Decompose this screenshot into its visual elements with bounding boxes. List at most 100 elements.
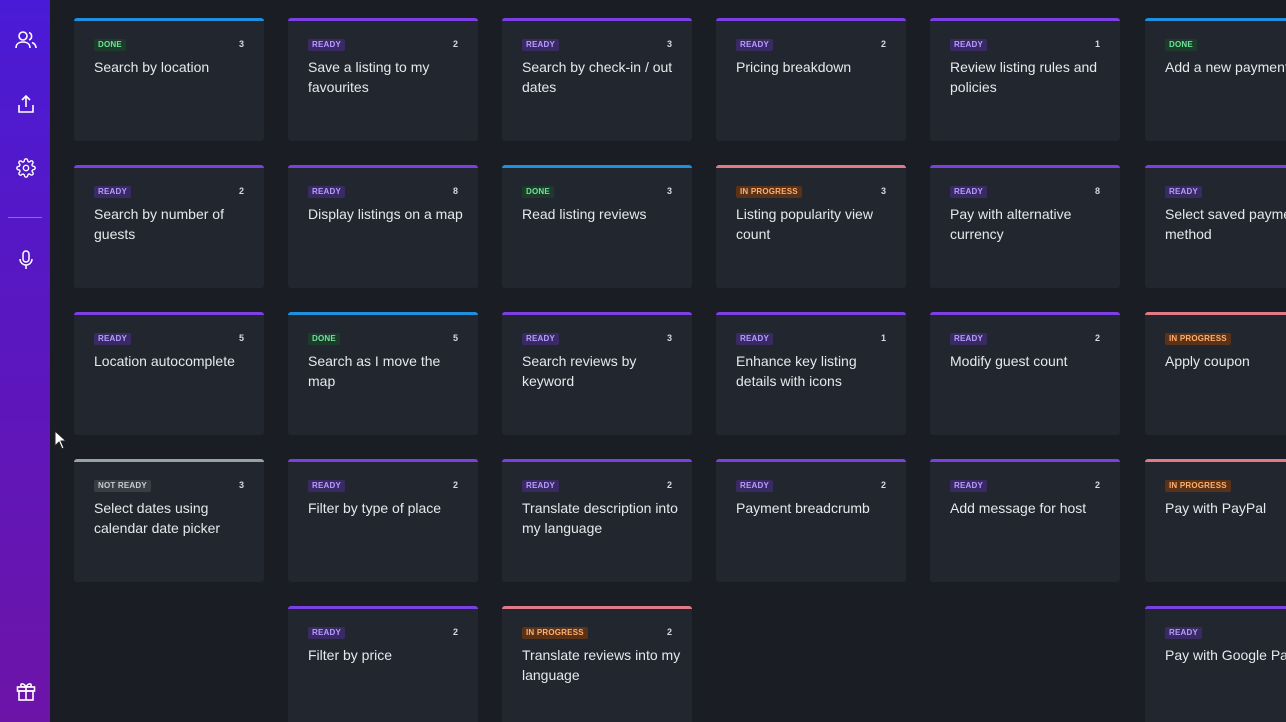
card-title: Add message for host — [950, 500, 1087, 516]
story-card[interactable]: DONE 5 Search as I move the map — [288, 312, 478, 435]
status-badge: READY — [522, 39, 560, 51]
story-points: 8 — [452, 186, 458, 196]
card-title: Save a listing to my favourites — [308, 59, 430, 95]
status-badge: READY — [308, 627, 346, 639]
gear-icon[interactable] — [13, 155, 39, 181]
story-card[interactable]: READY Pay with Google Pay — [1145, 606, 1286, 722]
status-badge: READY — [736, 333, 774, 345]
story-points: 5 — [452, 333, 458, 343]
story-board: DONE 3 Search by location READY 2 Search by n… — [50, 0, 1286, 722]
story-points: 3 — [666, 333, 672, 343]
mouse-cursor-icon — [54, 430, 68, 450]
card-title: Modify guest count — [950, 353, 1068, 369]
story-card[interactable]: READY 2 Filter by price — [288, 606, 478, 722]
card-title: Search by location — [94, 59, 210, 75]
status-badge: READY — [94, 333, 132, 345]
status-badge: READY — [950, 39, 988, 51]
card-title: Search as I move the map — [308, 353, 441, 389]
microphone-icon[interactable] — [13, 247, 39, 273]
story-points: 3 — [238, 480, 244, 490]
sidebar — [0, 0, 50, 722]
status-badge: IN PROGRESS — [1165, 480, 1231, 492]
story-points: 3 — [666, 39, 672, 49]
status-badge: READY — [522, 480, 560, 492]
status-badge: DONE — [308, 333, 340, 345]
story-card[interactable]: DONE 3 Search by location — [74, 18, 264, 141]
card-title: Translate reviews into my language — [522, 647, 681, 683]
story-points: 2 — [666, 627, 672, 637]
status-badge: READY — [308, 186, 346, 198]
story-card[interactable]: READY 1 Review listing rules and policies — [930, 18, 1120, 141]
status-badge: READY — [1165, 186, 1203, 198]
card-title: Location autocomplete — [94, 353, 235, 369]
status-badge: READY — [950, 333, 988, 345]
story-points: 2 — [452, 39, 458, 49]
status-badge: READY — [950, 186, 988, 198]
story-points: 3 — [238, 39, 244, 49]
card-title: Apply coupon — [1165, 353, 1250, 369]
story-card[interactable]: READY 2 Add message for host — [930, 459, 1120, 582]
share-icon[interactable] — [13, 91, 39, 117]
story-points: 2 — [1094, 333, 1100, 343]
status-badge: READY — [308, 480, 346, 492]
story-card[interactable]: IN PROGRESS 3 Listing popularity view coun… — [716, 165, 906, 288]
status-badge: IN PROGRESS — [736, 186, 802, 198]
card-title: Pay with alternative currency — [950, 206, 1072, 242]
status-badge: READY — [522, 333, 560, 345]
card-title: Payment breadcrumb — [736, 500, 870, 516]
story-card[interactable]: READY 8 Display listings on a map — [288, 165, 478, 288]
story-card[interactable]: READY Select saved paymer method — [1145, 165, 1286, 288]
story-points: 2 — [452, 480, 458, 490]
card-title: Translate description into my language — [522, 500, 678, 536]
card-title: Pricing breakdown — [736, 59, 852, 75]
status-badge: READY — [1165, 627, 1203, 639]
story-card[interactable]: IN PROGRESS Apply coupon — [1145, 312, 1286, 435]
story-card[interactable]: READY 3 Search by check-in / out dates — [502, 18, 692, 141]
users-icon[interactable] — [13, 27, 39, 53]
status-badge: DONE — [94, 39, 126, 51]
story-card[interactable]: READY 2 Pricing breakdown — [716, 18, 906, 141]
status-badge: READY — [308, 39, 346, 51]
status-badge: IN PROGRESS — [522, 627, 588, 639]
story-points: 2 — [666, 480, 672, 490]
status-badge: READY — [736, 39, 774, 51]
story-card[interactable]: READY 5 Location autocomplete — [74, 312, 264, 435]
card-title: Add a new payment c — [1165, 59, 1286, 75]
story-card[interactable]: READY 8 Pay with alternative currency — [930, 165, 1120, 288]
gift-icon[interactable] — [13, 678, 39, 704]
story-card[interactable]: NOT READY 3 Select dates using calendar da… — [74, 459, 264, 582]
story-card[interactable]: IN PROGRESS Pay with PayPal — [1145, 459, 1286, 582]
story-card[interactable]: READY 1 Enhance key listing details with i… — [716, 312, 906, 435]
card-title: Filter by price — [308, 647, 393, 663]
card-title: Search by number of guests — [94, 206, 224, 242]
card-title: Review listing rules and policies — [950, 59, 1098, 95]
card-title: Enhance key listing details with icons — [736, 353, 857, 389]
story-card[interactable]: READY 2 Translate description into my lang… — [502, 459, 692, 582]
card-title: Read listing reviews — [522, 206, 647, 222]
story-points: 3 — [880, 186, 886, 196]
story-card[interactable]: READY 2 Modify guest count — [930, 312, 1120, 435]
status-badge: DONE — [1165, 39, 1197, 51]
status-badge: READY — [736, 480, 774, 492]
story-card[interactable]: READY 2 Save a listing to my favourites — [288, 18, 478, 141]
story-points: 1 — [1094, 39, 1100, 49]
story-points: 2 — [880, 39, 886, 49]
status-badge: DONE — [522, 186, 554, 198]
story-points: 8 — [1094, 186, 1100, 196]
story-card[interactable]: READY 2 Search by number of guests — [74, 165, 264, 288]
story-points: 1 — [880, 333, 886, 343]
card-title: Pay with Google Pay — [1165, 647, 1286, 663]
card-title: Listing popularity view count — [736, 206, 873, 242]
status-badge: READY — [94, 186, 132, 198]
status-badge: IN PROGRESS — [1165, 333, 1231, 345]
story-card[interactable]: IN PROGRESS 2 Translate reviews into my la… — [502, 606, 692, 722]
card-title: Pay with PayPal — [1165, 500, 1267, 516]
story-card[interactable]: DONE Add a new payment c — [1145, 18, 1286, 141]
card-title: Display listings on a map — [308, 206, 463, 222]
story-card[interactable]: READY 2 Filter by type of place — [288, 459, 478, 582]
status-badge: NOT READY — [94, 480, 151, 492]
story-card[interactable]: DONE 3 Read listing reviews — [502, 165, 692, 288]
story-card[interactable]: READY 3 Search reviews by keyword — [502, 312, 692, 435]
story-points: 5 — [238, 333, 244, 343]
story-card[interactable]: READY 2 Payment breadcrumb — [716, 459, 906, 582]
